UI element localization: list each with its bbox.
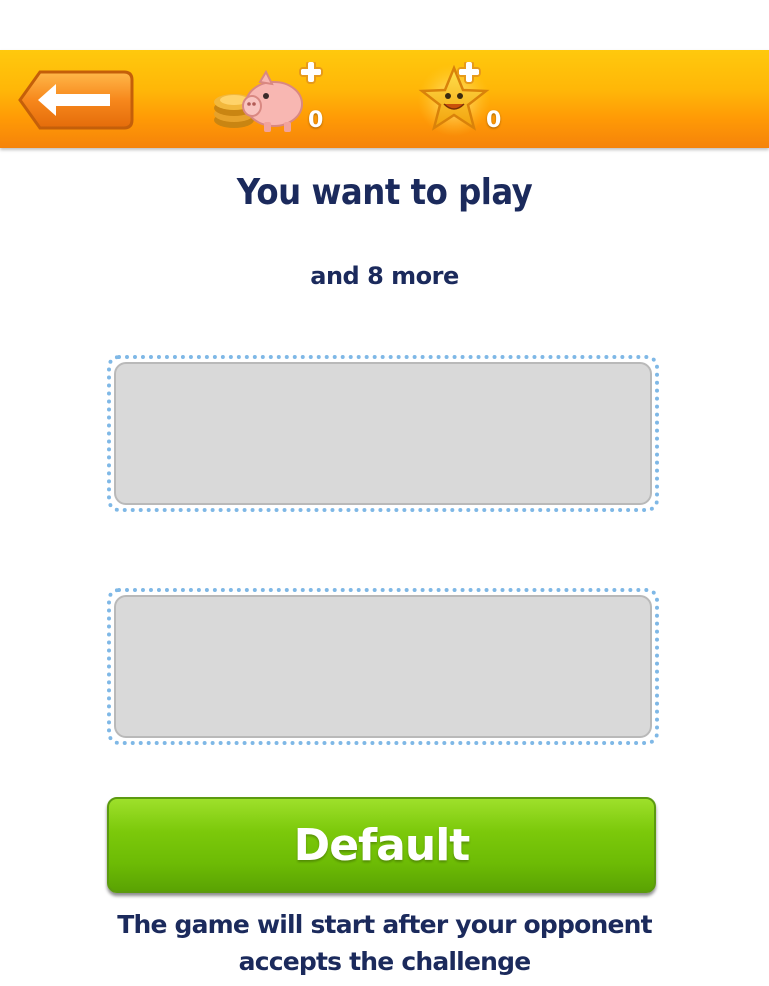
game-screen: 0 0 You want to play and 8 more Default … <box>0 0 769 986</box>
page-title: You want to play <box>236 172 533 213</box>
player-slot-1-placeholder <box>114 362 652 505</box>
stars-counter[interactable]: 0 <box>414 60 514 138</box>
coins-counter[interactable]: 0 <box>212 60 332 138</box>
start-info-text: The game will start after your opponent … <box>117 910 652 976</box>
back-arrow-icon <box>18 70 134 130</box>
player-slot-2[interactable] <box>107 588 659 745</box>
default-button-label: Default <box>293 819 471 871</box>
stars-count: 0 <box>486 108 502 133</box>
coins-count: 0 <box>308 108 324 133</box>
opponents-subtitle: and 8 more <box>310 262 459 290</box>
top-bar: 0 0 <box>0 50 769 148</box>
default-button[interactable]: Default <box>107 797 656 893</box>
player-slot-2-placeholder <box>114 595 652 738</box>
player-slot-1[interactable] <box>107 355 659 512</box>
back-button[interactable] <box>14 68 134 132</box>
